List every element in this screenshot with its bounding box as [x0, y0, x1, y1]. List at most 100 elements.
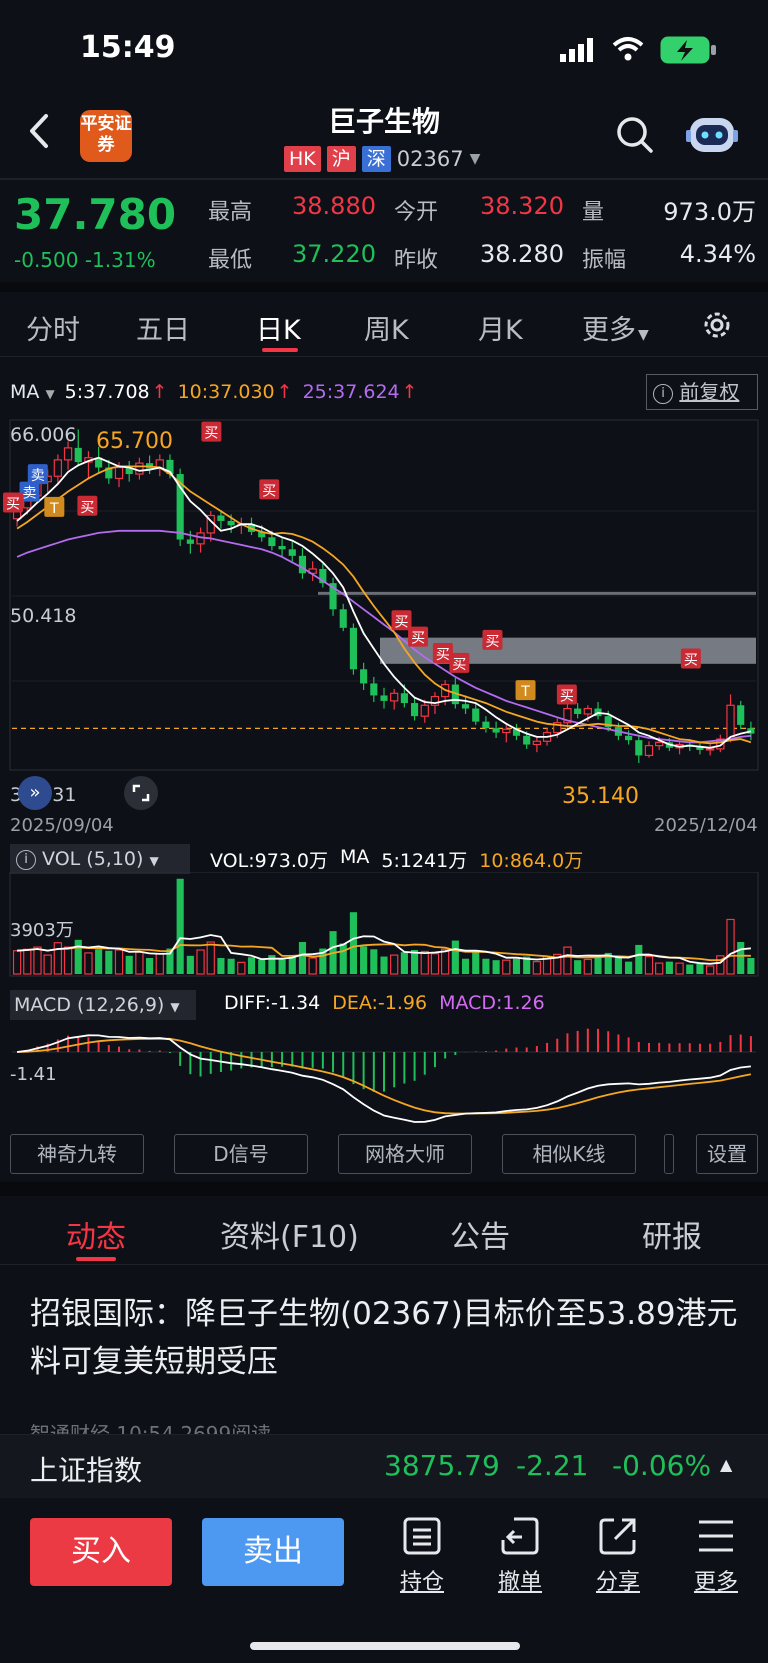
vol-bar [532, 961, 542, 975]
search-icon[interactable] [616, 116, 654, 158]
candle-body [227, 520, 235, 526]
candle-body [737, 705, 745, 725]
period-tabs: 分时 五日 日K 周K 月K 更多 ▼ [0, 296, 768, 354]
vol-bar [308, 957, 317, 975]
ma-label: MA ▼ [10, 381, 55, 403]
prev-close-label: 昨收 [394, 248, 439, 273]
macd-diff: DIFF:-1.34 [224, 992, 321, 1014]
tool-grid-master[interactable]: 网格大师 [338, 1134, 472, 1174]
tool-similar-k[interactable]: 相似K线 [502, 1134, 636, 1174]
positions-label[interactable]: 持仓 [382, 1564, 462, 1596]
candle-body [655, 741, 664, 747]
volume-chart [9, 872, 759, 977]
news-tab-dynamics[interactable]: 动态 [66, 1212, 126, 1256]
news-tab-research[interactable]: 研报 [642, 1212, 702, 1256]
y-top-label: 66.006 [10, 424, 77, 446]
volume-label: 量 [582, 200, 605, 225]
sell-marker: 卖 [27, 464, 48, 485]
candle-body [532, 740, 542, 746]
candle-body [635, 740, 643, 756]
ma-legend[interactable]: MA ▼ 5:37.708 ↑ 10:37.030 ↑ 25:37.624 ↑ [10, 381, 418, 403]
vol-bar [705, 965, 715, 975]
candle-body [74, 447, 82, 463]
tab-intraday[interactable]: 分时 [26, 308, 80, 347]
vol-bar [430, 953, 440, 975]
vol-bar [227, 958, 235, 974]
tab-monthly-k[interactable]: 月K [478, 308, 523, 347]
index-change: -2.21 [516, 1449, 589, 1482]
vol-bar [237, 961, 246, 975]
vol-bar [644, 955, 654, 975]
tool-magic-nine[interactable]: 神奇九转 [10, 1134, 144, 1174]
chevron-down-icon: ▼ [469, 151, 481, 167]
tool-d-signal[interactable]: D信号 [174, 1134, 308, 1174]
news-tab-announcements[interactable]: 公告 [450, 1212, 510, 1256]
index-bar[interactable]: 上证指数 3875.79 -2.21 -0.06% ▲ [0, 1434, 768, 1498]
vol-bar [53, 942, 63, 975]
vol-bar [247, 957, 256, 974]
low-marker-label: 35.140 [562, 784, 639, 809]
t-marker: T [44, 496, 65, 517]
candlestick-chart[interactable]: 卖卖买 T 买买买买买买买买T 买买 [0, 418, 768, 818]
more-menu-icon[interactable] [696, 1516, 736, 1560]
tab-five-day[interactable]: 五日 [136, 308, 190, 347]
more-label[interactable]: 更多 [676, 1564, 756, 1596]
cancel-order-label[interactable]: 撤单 [480, 1564, 560, 1596]
vol-label: VOL (5,10) [42, 848, 144, 870]
buy-marker: 买 [259, 479, 280, 500]
amplitude-label: 振幅 [582, 248, 627, 273]
resistance-line [318, 591, 756, 595]
marker-text: 买 [436, 647, 450, 663]
vol-bar [614, 956, 622, 974]
sell-button[interactable]: 卖出 [202, 1518, 344, 1586]
candle-body [380, 695, 388, 701]
adjust-button[interactable]: i 前复权 [646, 374, 758, 410]
tab-weekly-k[interactable]: 周K [364, 308, 409, 347]
vol-bar [665, 961, 673, 974]
news-tabs-divider [0, 1264, 768, 1265]
positions-icon[interactable] [402, 1516, 442, 1560]
share-label[interactable]: 分享 [578, 1564, 658, 1596]
tag-hk: HK [284, 146, 321, 172]
marker-text: 买 [560, 688, 574, 704]
vol-bar [726, 918, 735, 975]
marker-text: 买 [6, 496, 20, 512]
news-headline[interactable]: 招银国际：降巨子生物(02367)目标价至53.89港元 料可复美短期受压 [30, 1290, 744, 1386]
tabs-divider [0, 356, 768, 357]
buy-button[interactable]: 买入 [30, 1518, 172, 1586]
expand-sidebar-button[interactable]: » [18, 776, 52, 810]
vol-ma5: 5:1241万 [381, 850, 468, 872]
tools-settings-button[interactable]: 设置 [696, 1134, 758, 1174]
robot-assistant-icon[interactable] [686, 110, 738, 160]
caret-up-icon[interactable]: ▲ [720, 1455, 732, 1474]
vol-ma10: 10:864.0万 [479, 850, 584, 872]
stock-code-row[interactable]: HK 沪 深 02367 ▼ [284, 146, 480, 172]
macd-selector[interactable]: MACD (12,26,9) ▼ [10, 990, 196, 1020]
vol-bar [278, 959, 286, 974]
tool-overflow[interactable] [664, 1134, 674, 1174]
tab-daily-k[interactable]: 日K [256, 308, 301, 347]
info-icon: i [16, 849, 36, 870]
fullscreen-button[interactable] [124, 776, 158, 810]
index-value: 3875.79 [384, 1449, 500, 1482]
settings-gear-icon[interactable] [700, 308, 734, 346]
candle-body [298, 555, 307, 574]
candle-body [135, 462, 144, 475]
tab-more[interactable]: 更多 ▼ [582, 308, 649, 347]
share-icon[interactable] [598, 1516, 638, 1560]
vol-selector[interactable]: i VOL (5,10) ▼ [10, 844, 190, 874]
vol-bar [451, 940, 459, 974]
vol-bar [288, 956, 296, 974]
candle-body [400, 693, 408, 704]
cancel-order-icon[interactable] [500, 1516, 540, 1560]
high-label: 最高 [208, 200, 253, 225]
candle-body [726, 704, 735, 740]
vol-bar [370, 949, 378, 974]
ma10-value: 10:37.030 [177, 381, 275, 403]
vol-bar [84, 952, 93, 975]
news-tab-profile[interactable]: 资料(F10) [220, 1212, 359, 1256]
vol-bar [360, 946, 368, 974]
news-meta: 智通财经 10:54 2699阅读 [30, 1422, 272, 1434]
prev-close-value: 38.280 [480, 240, 564, 268]
arrow-up-icon: ↑ [151, 381, 168, 403]
